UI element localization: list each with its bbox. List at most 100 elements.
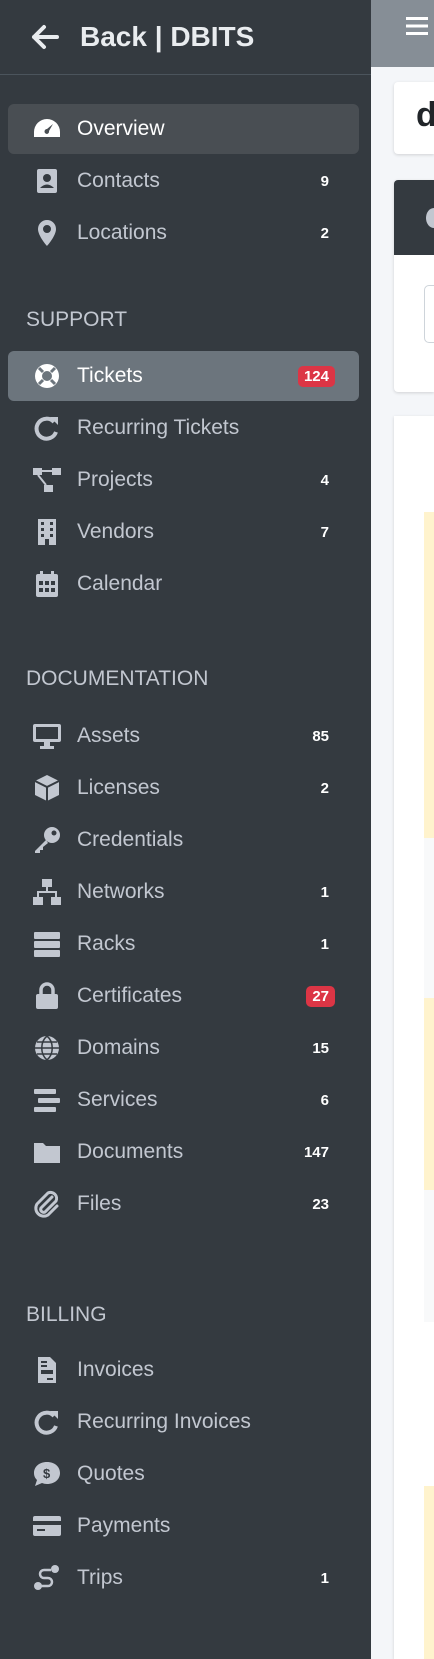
key-icon [32, 825, 66, 855]
brand-title: Back | DBITS [80, 21, 255, 52]
folder-icon [32, 1137, 66, 1167]
highlighted-row [424, 1486, 434, 1659]
network-icon [32, 877, 66, 907]
count-badge: 1 [320, 1569, 329, 1587]
highlighted-row [424, 512, 434, 838]
server-icon [32, 929, 66, 959]
sidebar-item-label: Racks [77, 932, 136, 955]
life-ring-icon [32, 361, 66, 391]
sidebar-item-label: Tickets [77, 364, 143, 387]
sidebar-item-label: Files [77, 1192, 122, 1215]
sidebar-item-calendar[interactable]: Calendar [8, 559, 359, 609]
sidebar-item-label: Credentials [77, 828, 184, 851]
map-marker-icon [32, 218, 66, 248]
redo-icon [32, 413, 66, 443]
alert-badge: 27 [306, 985, 335, 1007]
sidebar-item-certificates[interactable]: Certificates 27 [8, 971, 359, 1021]
count-badge: 147 [303, 1143, 329, 1161]
sidebar-item-label: Projects [77, 468, 153, 491]
count-badge: 85 [312, 727, 329, 745]
sidebar-item-label: Services [77, 1088, 158, 1111]
address-book-icon [32, 166, 66, 196]
sidebar-item-trips[interactable]: Trips 1 [8, 1553, 359, 1603]
count-badge: 1 [320, 935, 329, 953]
sidebar-item-label: Contacts [77, 169, 160, 192]
table-row [424, 838, 434, 998]
sidebar-item-projects[interactable]: Projects 4 [8, 455, 359, 505]
sidebar-item-label: Vendors [77, 520, 155, 543]
sidebar-item-credentials[interactable]: Credentials [8, 815, 359, 865]
content-card [394, 180, 434, 392]
page-title: d [416, 96, 434, 134]
stream-icon [32, 1085, 66, 1115]
sidebar-item-contacts[interactable]: Contacts 9 [8, 156, 359, 206]
sidebar-item-label: Assets [77, 724, 141, 747]
lock-icon [32, 981, 66, 1011]
building-icon [32, 517, 66, 547]
sidebar-item-label: Recurring Tickets [77, 416, 240, 439]
count-badge: 2 [320, 224, 329, 242]
sidebar-item-services[interactable]: Services 6 [8, 1075, 359, 1125]
sidebar-item-label: Certificates [77, 984, 183, 1007]
sidebar-item-vendors[interactable]: Vendors 7 [8, 507, 359, 557]
count-badge: 9 [320, 172, 329, 190]
sidebar-item-documents[interactable]: Documents 147 [8, 1127, 359, 1177]
sidebar-item-overview[interactable]: Overview [8, 104, 359, 154]
comment-dollar-icon: $ [32, 1459, 66, 1489]
route-icon [32, 1563, 66, 1593]
sidebar-item-invoices[interactable]: Invoices [8, 1345, 359, 1395]
sidebar-item-label: Overview [77, 117, 165, 140]
sidebar-item-label: Recurring Invoices [77, 1410, 251, 1433]
sidebar-item-locations[interactable]: Locations 2 [8, 208, 359, 258]
alert-badge: 124 [297, 365, 335, 387]
sidebar-item-quotes[interactable]: $ Quotes [8, 1449, 359, 1499]
desktop-icon [32, 721, 66, 751]
search-input[interactable] [424, 285, 434, 343]
sidebar-item-recurring-invoices[interactable]: Recurring Invoices [8, 1397, 359, 1447]
sidebar-item-files[interactable]: Files 23 [8, 1179, 359, 1229]
count-badge: 4 [320, 471, 329, 489]
card-header [394, 180, 434, 255]
top-navbar [371, 0, 434, 67]
section-header-support: SUPPORT [26, 308, 128, 331]
sidebar-item-tickets[interactable]: Tickets 124 [8, 351, 359, 401]
paperclip-icon [32, 1189, 66, 1219]
highlighted-row [424, 998, 434, 1190]
globe-icon [32, 1033, 66, 1063]
sidebar-item-label: Locations [77, 221, 167, 244]
tachometer-icon [32, 114, 66, 144]
sidebar-item-networks[interactable]: Networks 1 [8, 867, 359, 917]
sidebar: Back | DBITS Overview Contacts 9 Locatio… [0, 0, 371, 1659]
sidebar-item-label: Networks [77, 880, 165, 903]
svg-text:$: $ [43, 1466, 51, 1481]
sidebar-item-label: Payments [77, 1514, 171, 1537]
section-header-documentation: DOCUMENTATION [26, 667, 209, 690]
count-badge: 2 [320, 779, 329, 797]
count-badge: 6 [320, 1091, 329, 1109]
page-title-card: d [394, 82, 434, 154]
sidebar-item-label: Quotes [77, 1462, 145, 1485]
count-badge: 15 [312, 1039, 329, 1057]
count-badge: 1 [320, 883, 329, 901]
credit-card-icon [32, 1511, 66, 1541]
sidebar-item-recurring-tickets[interactable]: Recurring Tickets [8, 403, 359, 453]
sidebar-item-label: Calendar [77, 572, 163, 595]
sidebar-item-domains[interactable]: Domains 15 [8, 1023, 359, 1073]
header-icon [426, 208, 434, 228]
table-row [424, 1190, 434, 1322]
sidebar-item-licenses[interactable]: Licenses 2 [8, 763, 359, 813]
sidebar-item-assets[interactable]: Assets 85 [8, 711, 359, 761]
calendar-icon [32, 569, 66, 599]
sidebar-item-label: Domains [77, 1036, 160, 1059]
cube-icon [32, 773, 66, 803]
section-header-billing: BILLING [26, 1303, 107, 1326]
hamburger-menu-icon[interactable] [406, 16, 428, 36]
sidebar-item-label: Licenses [77, 776, 160, 799]
redo-icon [32, 1407, 66, 1437]
sidebar-item-payments[interactable]: Payments [8, 1501, 359, 1551]
brand-back-link[interactable]: Back | DBITS [0, 0, 371, 75]
sidebar-item-racks[interactable]: Racks 1 [8, 919, 359, 969]
file-invoice-icon [32, 1355, 66, 1385]
arrow-left-icon [32, 25, 59, 49]
sidebar-item-label: Invoices [77, 1358, 155, 1381]
